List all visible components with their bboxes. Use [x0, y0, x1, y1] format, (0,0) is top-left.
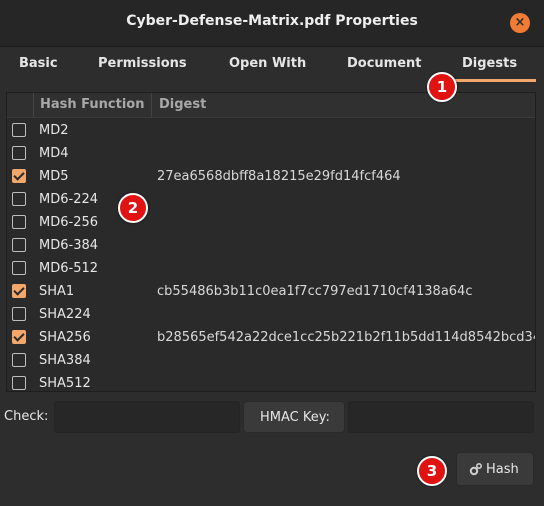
- checkmark-icon: [13, 330, 25, 342]
- hash-button[interactable]: Hash: [456, 452, 534, 486]
- hash-checkbox[interactable]: [12, 169, 26, 183]
- hash-function-name: MD2: [39, 123, 69, 138]
- hash-button-label: Hash: [486, 462, 519, 477]
- table-row[interactable]: MD6-384: [7, 234, 535, 257]
- check-label: Check:: [4, 409, 49, 424]
- hash-function-name: SHA1: [39, 284, 75, 299]
- table-row[interactable]: MD6-512: [7, 257, 535, 280]
- hmac-key-label: HMAC Key:: [260, 410, 330, 425]
- checkmark-icon: [13, 284, 25, 296]
- table-row[interactable]: SHA224: [7, 303, 535, 326]
- hash-checkbox[interactable]: [12, 307, 26, 321]
- hash-checkbox[interactable]: [12, 261, 26, 275]
- title-bar: Cyber-Defense-Matrix.pdf Properties ×: [0, 0, 544, 47]
- tab-digests[interactable]: Digests: [462, 56, 517, 71]
- tab-permissions[interactable]: Permissions: [98, 56, 187, 71]
- annotation-badge-3: 3: [417, 456, 447, 486]
- column-header-digest[interactable]: Digest: [159, 97, 206, 112]
- hash-function-name: MD4: [39, 146, 69, 161]
- hash-function-name: SHA256: [39, 330, 91, 345]
- hash-function-name: MD5: [39, 169, 69, 184]
- tab-bar: Basic Permissions Open With Document Dig…: [0, 47, 544, 83]
- hash-function-name: MD6-512: [39, 261, 99, 276]
- digest-value: b28565ef542a22dce1cc25b221b2f11b5dd114d8…: [157, 330, 536, 345]
- tab-document[interactable]: Document: [347, 56, 422, 71]
- hash-function-name: MD6-224: [39, 192, 99, 207]
- hmac-key-button[interactable]: HMAC Key:: [243, 401, 345, 433]
- check-input[interactable]: [54, 401, 240, 433]
- hash-function-name: SHA224: [39, 307, 91, 322]
- tab-basic[interactable]: Basic: [19, 56, 58, 71]
- hash-checkbox[interactable]: [12, 284, 26, 298]
- column-header-hash-function[interactable]: Hash Function: [40, 97, 144, 112]
- table-row[interactable]: SHA256 b28565ef542a22dce1cc25b221b2f11b5d…: [7, 326, 535, 349]
- hash-checkbox[interactable]: [12, 146, 26, 160]
- annotation-badge-1: 1: [427, 72, 457, 102]
- hash-checkbox[interactable]: [12, 238, 26, 252]
- check-row: Check: HMAC Key:: [0, 400, 544, 434]
- table-header: Hash Function Digest: [7, 93, 535, 118]
- table-row[interactable]: MD5 27ea6568dbff8a18215e29fd14fcf464: [7, 165, 535, 188]
- table-row[interactable]: MD4: [7, 142, 535, 165]
- hash-function-name: SHA512: [39, 376, 91, 391]
- hash-function-name: MD6-256: [39, 215, 99, 230]
- table-row[interactable]: MD6-256: [7, 211, 535, 234]
- hash-table: Hash Function Digest MD2 MD4 MD5 27ea6568db…: [6, 92, 536, 392]
- table-row[interactable]: SHA384: [7, 349, 535, 372]
- hash-function-name: SHA384: [39, 353, 91, 368]
- table-row[interactable]: SHA1 cb55486b3b11c0ea1f7cc797ed1710cf4138…: [7, 280, 535, 303]
- hash-checkbox[interactable]: [12, 215, 26, 229]
- annotation-badge-2: 2: [118, 193, 148, 223]
- hmac-key-input[interactable]: [348, 401, 534, 433]
- checkmark-icon: [13, 169, 25, 181]
- header-separator: [151, 93, 152, 117]
- hash-checkbox[interactable]: [12, 123, 26, 137]
- active-tab-indicator: [448, 79, 536, 82]
- close-button[interactable]: ×: [510, 13, 530, 33]
- digest-value: 27ea6568dbff8a18215e29fd14fcf464: [157, 169, 401, 184]
- hash-checkbox[interactable]: [12, 192, 26, 206]
- hash-checkbox[interactable]: [12, 376, 26, 390]
- hash-checkbox[interactable]: [12, 330, 26, 344]
- gears-icon: [469, 462, 483, 480]
- table-row[interactable]: MD2: [7, 119, 535, 142]
- table-row[interactable]: SHA512: [7, 372, 535, 391]
- hash-checkbox[interactable]: [12, 353, 26, 367]
- digest-value: cb55486b3b11c0ea1f7cc797ed1710cf4138a64c: [157, 284, 473, 299]
- hash-function-name: MD6-384: [39, 238, 99, 253]
- tab-open-with[interactable]: Open With: [229, 56, 306, 71]
- table-row[interactable]: MD6-224: [7, 188, 535, 211]
- header-separator: [33, 93, 34, 117]
- window-title: Cyber-Defense-Matrix.pdf Properties: [126, 13, 418, 29]
